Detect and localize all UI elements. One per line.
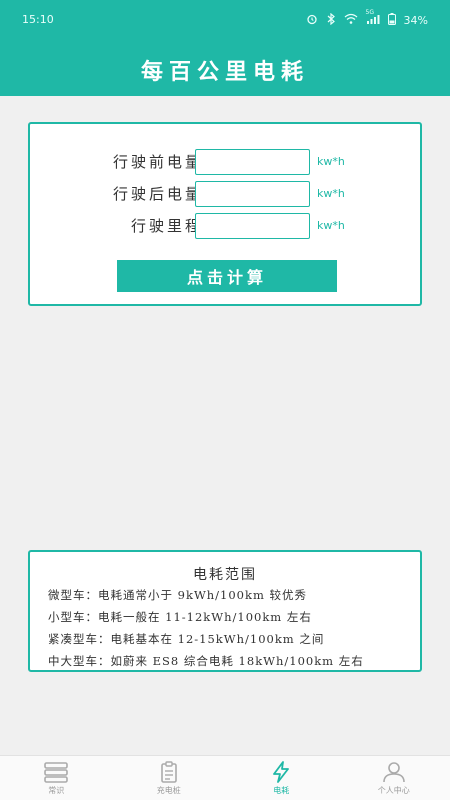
alarm-icon	[306, 13, 318, 28]
tab-charging-station[interactable]: 充电桩	[113, 756, 226, 800]
charge-before-input[interactable]	[195, 149, 310, 175]
consumption-range-card: 电耗范围 微型车：电耗通常小于 9kWh/100km 较优秀 小型车：电耗一般在…	[28, 550, 422, 672]
range-line: 微型车：电耗通常小于 9kWh/100km 较优秀	[48, 588, 308, 602]
bluetooth-icon	[326, 12, 336, 28]
bottom-tab-bar: 常识 充电桩 电耗 个人中心	[0, 755, 450, 800]
tab-profile[interactable]: 个人中心	[338, 756, 450, 800]
status-time: 15:10	[22, 13, 54, 26]
tab-label: 个人中心	[377, 786, 410, 795]
tab-knowledge[interactable]: 常识	[0, 756, 113, 800]
tab-label: 电耗	[273, 786, 290, 795]
charge-after-input[interactable]	[195, 181, 310, 207]
battery-icon	[387, 13, 396, 28]
tab-label: 常识	[48, 786, 65, 795]
range-line: 中大型车：如蔚来 ES8 综合电耗 18kWh/100km 左右	[48, 654, 364, 668]
range-title: 电耗范围	[193, 567, 257, 583]
signal-icon: 5G	[366, 9, 380, 28]
battery-percent: 34%	[403, 14, 428, 27]
field-label: 行驶后电量	[112, 185, 203, 203]
calculate-button[interactable]: 点击计算	[117, 260, 337, 292]
status-icons: 5G 34%	[306, 9, 428, 28]
wifi-icon	[344, 13, 358, 28]
calculator-form: 行驶前电量 kw*h 行驶后电量 kw*h 行驶里程 kw*h 点击计算	[28, 122, 422, 306]
form-row-before: 行驶前电量 kw*h	[30, 149, 420, 175]
field-label: 行驶前电量	[112, 153, 203, 171]
distance-input[interactable]	[195, 213, 310, 239]
network-type: 5G	[365, 9, 375, 16]
field-label: 行驶里程	[130, 217, 203, 235]
form-row-after: 行驶后电量 kw*h	[30, 181, 420, 207]
range-line: 小型车：电耗一般在 11-12kWh/100km 左右	[48, 610, 312, 624]
tab-consumption[interactable]: 电耗	[225, 756, 338, 800]
range-line: 紧凑型车：电耗基本在 12-15kWh/100km 之间	[48, 632, 325, 646]
tab-label: 充电桩	[156, 786, 181, 795]
unit-label: kw*h	[317, 187, 345, 200]
unit-label: kw*h	[317, 155, 345, 168]
page-title: 每百公里电耗	[140, 59, 309, 85]
status-bar: 15:10 5G 34%	[0, 0, 450, 40]
form-row-distance: 行驶里程 kw*h	[30, 213, 420, 239]
unit-label: kw*h	[317, 219, 345, 232]
app-header: 每百公里电耗	[0, 40, 450, 96]
